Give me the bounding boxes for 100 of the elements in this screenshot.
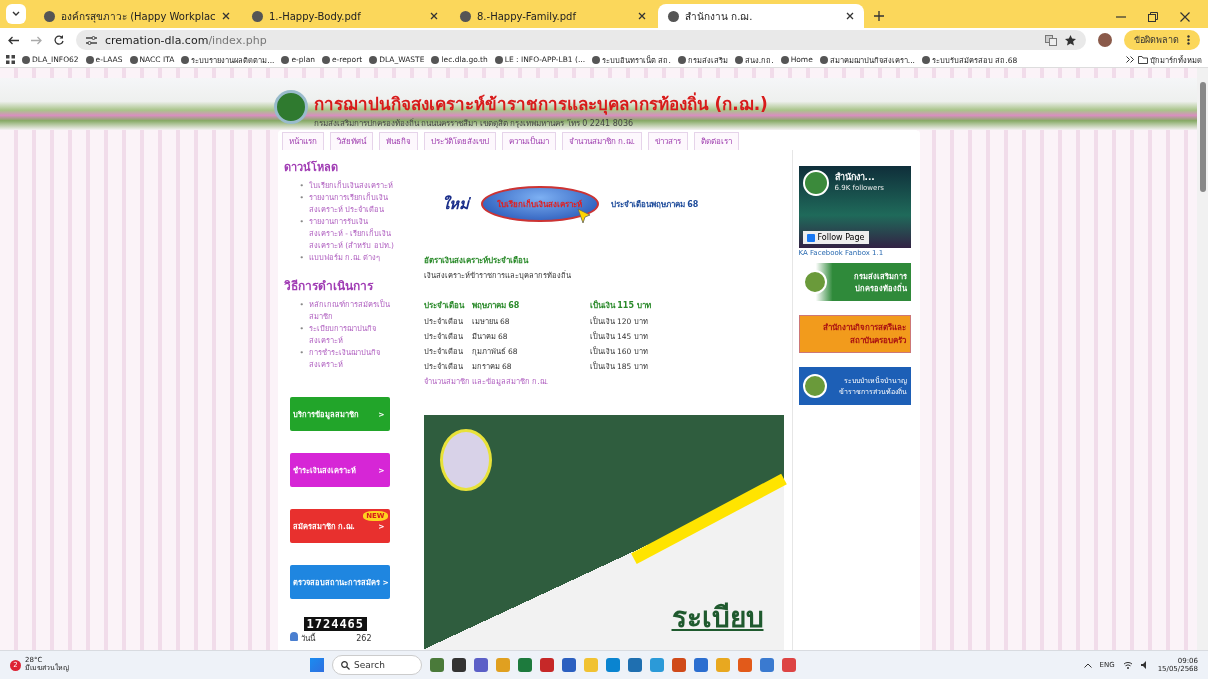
- browser-tab[interactable]: 8.-Happy-Family.pdf: [450, 4, 656, 28]
- emblem-logo: [802, 270, 827, 294]
- taskbar-app-icon[interactable]: [628, 658, 642, 672]
- favicon-icon: [819, 55, 828, 64]
- restore-icon[interactable]: [1148, 12, 1158, 22]
- taskbar-app-icon[interactable]: [474, 658, 488, 672]
- scrollbar-thumb[interactable]: [1199, 82, 1206, 192]
- favicon-icon: [22, 55, 30, 64]
- profile-button[interactable]: ข้อผิดพลาด: [1124, 30, 1200, 50]
- banner-heading: ระเบียบ: [671, 600, 764, 636]
- rate-cell-text: พฤษภาคม 68: [471, 300, 521, 312]
- taskbar-app-icon[interactable]: [738, 658, 752, 672]
- site-settings-icon: [86, 35, 97, 45]
- double-chevron-icon[interactable]: [1126, 56, 1134, 63]
- favicon-icon: [780, 55, 789, 64]
- close-icon[interactable]: [1180, 12, 1190, 22]
- section-heading: วิธีการดำเนินการ: [283, 278, 374, 295]
- close-icon[interactable]: [846, 12, 854, 20]
- url-text: cremation-dla.com/index.php: [105, 33, 267, 47]
- nav-tab[interactable]: วิสัยทัศน์: [329, 132, 373, 150]
- facebook-icon: [806, 233, 815, 242]
- rate-cell-text: ประจำเดือน: [423, 300, 465, 312]
- today-label: วันนี้: [300, 634, 315, 643]
- favicon-icon: [734, 55, 743, 64]
- wifi-icon[interactable]: [1122, 661, 1133, 669]
- chevron-down-icon: [12, 11, 20, 17]
- tab-title: 1.-Happy-Body.pdf: [269, 10, 362, 22]
- nav-tab[interactable]: ติดต่อเรา: [694, 132, 740, 150]
- follow-page-button[interactable]: Follow Page: [802, 231, 869, 244]
- favicon-icon: [252, 10, 263, 22]
- start-button[interactable]: [310, 658, 324, 672]
- reload-icon[interactable]: [54, 35, 64, 45]
- favicon-icon: [668, 10, 679, 22]
- favicon-icon: [281, 55, 290, 64]
- rate-cell-text: เป็นเงิน 115 บาท: [589, 299, 652, 312]
- back-arrow-icon[interactable]: [8, 35, 19, 45]
- chevron-up-icon[interactable]: [1083, 662, 1092, 668]
- page-name: สำนักงา...: [834, 171, 876, 184]
- taskbar-app-icon[interactable]: [562, 658, 576, 672]
- close-icon[interactable]: [638, 12, 646, 20]
- taskbar-app-icon[interactable]: [430, 658, 444, 672]
- visitor-counter: 1724465: [303, 617, 368, 631]
- page-avatar: [802, 170, 829, 196]
- tab-title: องค์กรสุขภาวะ (Happy Workplac: [61, 9, 216, 24]
- favicon-icon: [85, 55, 94, 64]
- nav-tab[interactable]: ประวัติโดยสังเขป: [423, 132, 496, 150]
- more-vertical-icon: [1187, 35, 1190, 45]
- today-count: 262: [356, 634, 372, 643]
- translate-icon[interactable]: [1045, 34, 1057, 46]
- favicon-icon: [460, 10, 471, 22]
- emblem-logo: [273, 90, 308, 124]
- tab-title: สำนักงาน ก.ฌ.: [685, 9, 754, 24]
- browser-tab[interactable]: สำนักงาน ก.ฌ.: [658, 4, 864, 28]
- forward-arrow-icon[interactable]: [31, 35, 42, 45]
- taskbar-search[interactable]: Search: [332, 655, 422, 675]
- new-label: ใหม่: [441, 194, 469, 215]
- favicon-icon: [494, 55, 503, 64]
- nav-tab[interactable]: จำนวนสมาชิก ก.ฌ.: [561, 132, 643, 150]
- tab-search-button[interactable]: [6, 4, 26, 24]
- emblem-logo: [802, 374, 827, 398]
- nav-tab[interactable]: หน้าแรก: [281, 132, 324, 150]
- favicon-icon: [322, 55, 330, 64]
- promo-month: ประจำเดือนพฤษภาคม 68: [610, 198, 699, 211]
- address-bar[interactable]: cremation-dla.com/index.php: [76, 30, 1086, 50]
- folder-icon: [1138, 55, 1148, 64]
- rates-heading: อัตราเงินสงเคราะห์ประจำเดือน: [423, 254, 529, 267]
- star-icon[interactable]: [1065, 34, 1076, 46]
- scrollbar[interactable]: [1197, 68, 1208, 650]
- favicon-icon: [181, 55, 190, 64]
- taskbar-app-icon[interactable]: [672, 658, 686, 672]
- close-icon[interactable]: [430, 12, 438, 20]
- browser-tab[interactable]: องค์กรสุขภาวะ (Happy Workplac: [34, 4, 240, 28]
- browser-tab[interactable]: 1.-Happy-Body.pdf: [242, 4, 448, 28]
- close-icon[interactable]: [222, 12, 230, 20]
- taskbar-app-icon[interactable]: [782, 658, 796, 672]
- person-icon: [289, 632, 298, 641]
- favicon-icon: [129, 55, 138, 64]
- nav-tab[interactable]: ความเป็นมา: [501, 132, 556, 150]
- taskbar-app-icon[interactable]: [518, 658, 532, 672]
- favicon-icon: [677, 55, 686, 64]
- cursor-icon: [576, 208, 591, 224]
- favicon-icon: [921, 55, 930, 64]
- taskbar-app-icon[interactable]: [540, 658, 554, 672]
- section-heading: ดาวน์โหลด: [283, 159, 339, 176]
- taskbar-app-icon[interactable]: [650, 658, 664, 672]
- apps-grid-icon[interactable]: [6, 55, 15, 64]
- favicon-icon: [431, 55, 440, 64]
- profile-avatar[interactable]: [1098, 33, 1112, 47]
- nav-tab[interactable]: พันธกิจ: [378, 132, 418, 150]
- taskbar-app-icon[interactable]: [694, 658, 708, 672]
- taskbar-app-icon[interactable]: [606, 658, 620, 672]
- search-icon: [341, 660, 350, 670]
- favicon-icon: [369, 55, 378, 64]
- new-tab-icon[interactable]: [874, 11, 884, 21]
- nav-tab[interactable]: ข่าวสาร: [648, 132, 689, 150]
- favicon-icon: [592, 55, 601, 64]
- tab-title: 8.-Happy-Family.pdf: [477, 10, 578, 22]
- taskbar-app-icon[interactable]: [760, 658, 774, 672]
- taskbar-app-icon[interactable]: [452, 658, 466, 672]
- site-title: การฌาปนกิจสงเคราะห์ข้าราชการและบุคลากรท้องถิ่น (ก.ฌ.): [313, 91, 768, 117]
